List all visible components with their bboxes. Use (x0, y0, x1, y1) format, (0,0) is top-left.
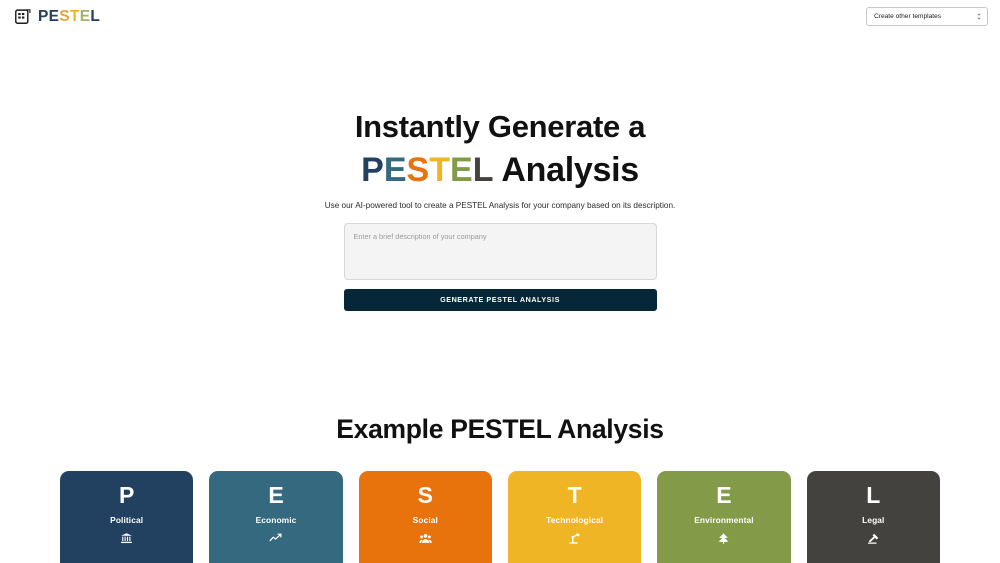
app-header: PESTEL Create other templates (0, 0, 1000, 33)
leaf-plant-icon (657, 532, 790, 545)
hero-subtitle: Use our AI-powered tool to create a PEST… (324, 200, 676, 210)
pestel-letter-3: T (69, 7, 80, 25)
example-card-political[interactable]: P Political (60, 470, 194, 563)
pestel-letter-5: L (90, 7, 101, 25)
card-label: Social (412, 515, 438, 526)
example-card-technological[interactable]: T Technological (507, 470, 642, 563)
company-description-input[interactable] (343, 222, 657, 280)
generate-pestel-analysis-button[interactable]: GENERATE PESTEL ANALYSIS (343, 288, 657, 311)
card-letter: P (118, 481, 135, 508)
card-label: Economic (255, 515, 297, 526)
people-group-icon (359, 532, 492, 545)
generate-form: GENERATE PESTEL ANALYSIS (343, 222, 657, 311)
examples-heading: Example PESTEL Analysis (336, 413, 664, 444)
pestel-colored-letters: PESTEL (361, 151, 493, 189)
pestel-letter-2: S (59, 7, 70, 25)
card-letter: L (866, 481, 881, 508)
example-card-economic[interactable]: E Economic (209, 470, 343, 563)
card-label: Legal (862, 515, 885, 526)
gavel-icon (807, 532, 940, 545)
clipboard-list-icon (14, 8, 31, 25)
example-card-social[interactable]: S Social (358, 470, 492, 563)
card-letter: S (417, 481, 433, 508)
pestel-letter-5: L (472, 150, 494, 189)
pestel-letter-1: E (383, 150, 407, 189)
create-other-templates-select[interactable]: Create other templates (866, 7, 988, 26)
page-title-line-1: Instantly Generate a (354, 109, 646, 144)
card-letter: T (567, 481, 582, 508)
pestel-letter-2: S (406, 150, 430, 189)
pestel-letter-0: P (361, 150, 384, 189)
card-label: Political (110, 515, 144, 526)
brand-name: PESTEL (38, 8, 100, 26)
card-letter: E (716, 481, 732, 508)
hero-section: Instantly Generate a PESTEL Analysis Use… (0, 33, 1000, 311)
pestel-letter-4: E (450, 150, 473, 189)
pestel-letter-1: E (48, 7, 60, 25)
example-cards-row: P Political E Economic S Social T Technological… (0, 470, 1000, 563)
template-select-label: Create other templates (874, 13, 942, 20)
example-card-environmental[interactable]: E Environmental (657, 470, 791, 563)
robot-arm-icon (508, 532, 641, 545)
page-title-line-2: PESTEL Analysis (0, 148, 1000, 192)
pestel-letter-3: T (429, 150, 451, 189)
brand-logo[interactable]: PESTEL (14, 8, 100, 26)
card-letter: E (268, 481, 284, 508)
example-card-legal[interactable]: L Legal (806, 470, 940, 563)
page-title-suffix: Analysis (493, 150, 639, 189)
chevron-up-down-icon (976, 12, 982, 21)
trending-line-icon (209, 532, 342, 545)
pestel-letter-4: E (79, 7, 91, 25)
pestel-letter-0: P (38, 7, 49, 25)
card-label: Technological (546, 515, 604, 526)
card-label: Environmental (694, 515, 754, 526)
bank-landmark-icon (60, 532, 193, 545)
